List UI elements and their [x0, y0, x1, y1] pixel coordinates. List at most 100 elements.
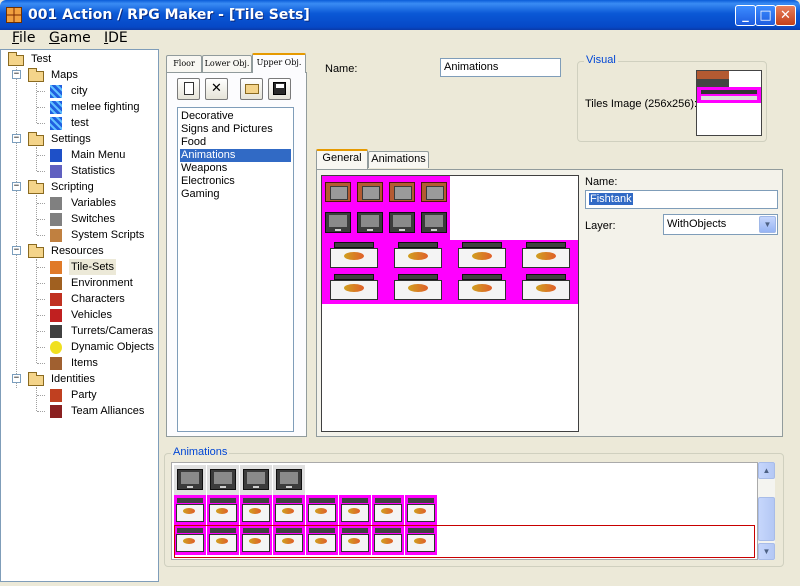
tree-item[interactable]: Identities	[27, 371, 151, 387]
fishtank-tile[interactable]	[322, 272, 386, 304]
tv-tile[interactable]	[322, 208, 354, 240]
tree-item[interactable]: Dynamic Objects	[47, 339, 154, 355]
menu-file[interactable]: File	[12, 30, 35, 46]
animation-frame[interactable]	[207, 495, 239, 525]
tree-item[interactable]: Party	[47, 387, 151, 403]
maximize-button[interactable]: □	[755, 5, 776, 26]
tree-item-label: Characters	[71, 293, 125, 305]
save-button[interactable]	[268, 78, 291, 100]
tile-name-input[interactable]: Fishtank	[585, 190, 778, 209]
collapse-toggle[interactable]: −	[12, 246, 21, 255]
tile-editor-canvas[interactable]	[321, 175, 579, 432]
close-button[interactable]: ✕	[775, 5, 796, 26]
tv-tile[interactable]	[354, 208, 386, 240]
list-item[interactable]: Food	[180, 136, 207, 149]
tiles-image-preview[interactable]	[696, 70, 762, 136]
animation-frame[interactable]	[273, 465, 305, 495]
delete-button[interactable]: ✕	[205, 78, 228, 100]
animation-frame[interactable]	[339, 495, 371, 525]
minimize-button[interactable]: _	[735, 5, 756, 26]
tab-floor[interactable]: Floor	[166, 55, 202, 72]
tree-item[interactable]: System Scripts	[47, 227, 151, 243]
tv-tile[interactable]	[386, 208, 418, 240]
menu-bar: File Game IDE	[0, 30, 800, 48]
tab-lower-obj[interactable]: Lower Obj.	[202, 55, 252, 72]
animation-frame[interactable]	[306, 495, 338, 525]
tab-upper-obj[interactable]: Upper Obj.	[252, 53, 306, 73]
tree-item[interactable]: Maps	[27, 67, 151, 83]
fishtank-tile[interactable]	[514, 240, 578, 272]
animation-frame[interactable]	[273, 495, 305, 525]
tree-item[interactable]: test	[47, 115, 151, 131]
scroll-down-icon[interactable]: ▼	[758, 543, 775, 560]
crate-tile[interactable]	[418, 176, 450, 208]
tree-item[interactable]: Tile-Sets	[47, 259, 151, 275]
tree-branch-line	[37, 299, 45, 300]
animation-frame[interactable]	[174, 465, 206, 495]
list-item[interactable]: Signs and Pictures	[180, 123, 274, 136]
animation-frame[interactable]	[240, 465, 272, 495]
scroll-thumb[interactable]	[758, 497, 775, 541]
animation-frame[interactable]	[174, 495, 206, 525]
list-item[interactable]: Gaming	[180, 188, 221, 201]
tab-general[interactable]: General	[316, 149, 368, 169]
list-item-selected[interactable]: Animations	[180, 149, 291, 162]
collapse-toggle[interactable]: −	[12, 182, 21, 191]
tv-tile[interactable]	[418, 208, 450, 240]
category-list[interactable]: Decorative Signs and Pictures Food Anima…	[177, 107, 294, 432]
fishtank-tile[interactable]	[450, 272, 514, 304]
menu-ide[interactable]: IDE	[104, 30, 128, 46]
collapse-toggle[interactable]: −	[12, 70, 21, 79]
tree-item[interactable]: Vehicles	[47, 307, 151, 323]
name-input[interactable]: Animations	[440, 58, 561, 77]
menu-game[interactable]: Game	[49, 30, 91, 46]
new-button[interactable]	[177, 78, 200, 100]
fishtank-tile[interactable]	[386, 240, 450, 272]
collapse-toggle[interactable]: −	[12, 134, 21, 143]
list-item[interactable]: Weapons	[180, 162, 228, 175]
tree-branch-line	[37, 155, 45, 156]
tree-item[interactable]: Scripting	[27, 179, 151, 195]
tree-guide-line	[36, 387, 37, 411]
crate-tile[interactable]	[386, 176, 418, 208]
fishtank-tile[interactable]	[514, 272, 578, 304]
animation-frame[interactable]	[405, 495, 437, 525]
fishtank-tile[interactable]	[386, 272, 450, 304]
crate-tile[interactable]	[322, 176, 354, 208]
open-button[interactable]	[240, 78, 263, 100]
animations-strip[interactable]	[171, 462, 758, 560]
tree-branch-line	[37, 123, 45, 124]
scroll-up-icon[interactable]: ▲	[758, 462, 775, 479]
animations-scrollbar[interactable]: ▲ ▼	[758, 462, 775, 560]
layer-dropdown[interactable]: WithObjects ▼	[663, 214, 778, 235]
tree-item[interactable]: Environment	[47, 275, 151, 291]
tree-item[interactable]: melee fighting	[47, 99, 151, 115]
animation-frame[interactable]	[207, 465, 239, 495]
collapse-toggle[interactable]: −	[12, 374, 21, 383]
tree-item[interactable]: Characters	[47, 291, 151, 307]
tree-item[interactable]: Switches	[47, 211, 151, 227]
tree-item[interactable]: city	[47, 83, 151, 99]
tree-item[interactable]: Resources	[27, 243, 151, 259]
tree-item[interactable]: Statistics	[47, 163, 151, 179]
fishtank-tile[interactable]	[450, 240, 514, 272]
list-item[interactable]: Decorative	[180, 110, 235, 123]
tree-item[interactable]: Settings	[27, 131, 151, 147]
tree-item-test[interactable]: Test	[7, 51, 147, 67]
tree-item[interactable]: Variables	[47, 195, 151, 211]
fishtank-row	[322, 240, 578, 272]
animation-frame[interactable]	[240, 495, 272, 525]
chevron-down-icon[interactable]: ▼	[759, 216, 776, 233]
tab-animations[interactable]: Animations	[368, 151, 429, 168]
tree-item[interactable]: Main Menu	[47, 147, 151, 163]
tree-item[interactable]: Turrets/Cameras	[47, 323, 153, 339]
project-tree[interactable]: Test Maps city melee fighting test Settings M…	[0, 49, 159, 582]
animation-frame[interactable]	[372, 495, 404, 525]
fishtank-tile[interactable]	[322, 240, 386, 272]
crate-tile[interactable]	[354, 176, 386, 208]
title-bar[interactable]: 001 Action / RPG Maker - [Tile Sets] _ □…	[0, 0, 800, 30]
new-icon	[183, 82, 194, 95]
tree-item[interactable]: Items	[47, 355, 151, 371]
tree-item[interactable]: Team Alliances	[47, 403, 151, 419]
list-item[interactable]: Electronics	[180, 175, 236, 188]
